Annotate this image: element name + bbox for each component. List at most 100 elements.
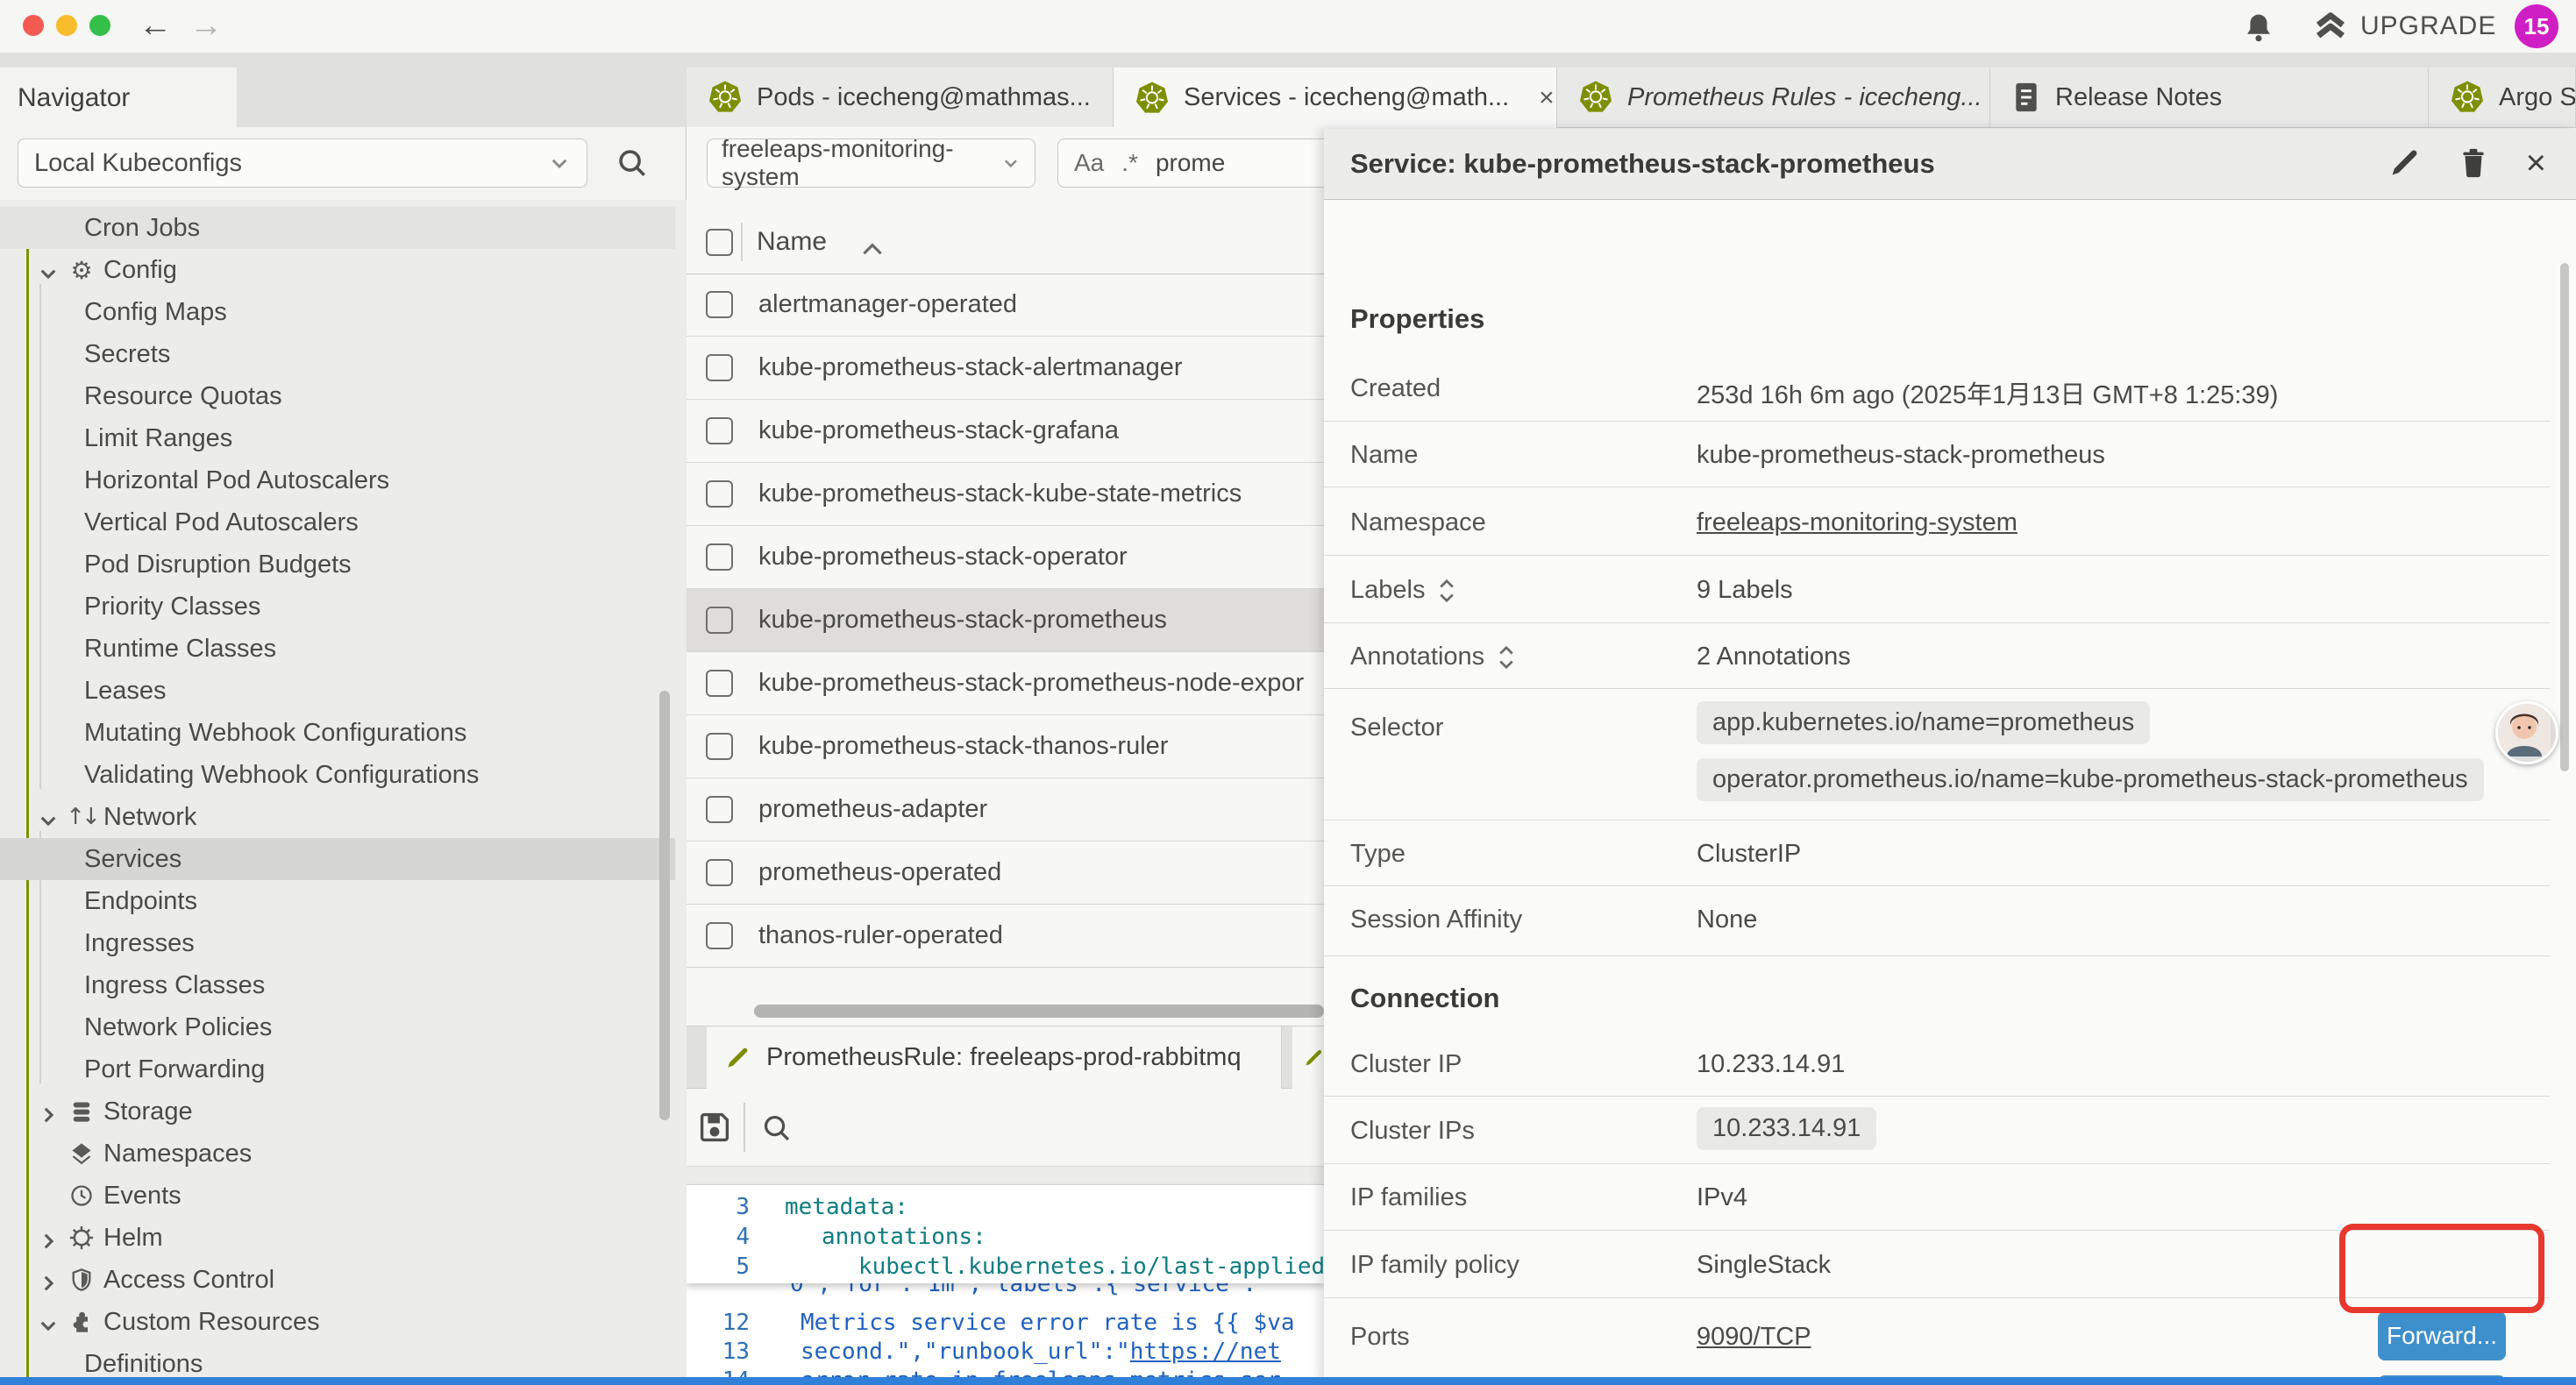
sidebar-item-events[interactable]: Events (0, 1175, 675, 1217)
sort-ascending-icon[interactable] (860, 233, 885, 263)
sidebar-item-limit-ranges[interactable]: Limit Ranges (0, 417, 675, 459)
sidebar-item-runtime-classes[interactable]: Runtime Classes (0, 628, 675, 670)
sidebar-item-cron-jobs[interactable]: Cron Jobs (0, 207, 675, 249)
row-checkbox[interactable] (706, 480, 733, 508)
table-row[interactable]: alertmanager-operated (687, 273, 1324, 337)
close-tab-icon[interactable]: × (1539, 83, 1555, 113)
tab-prometheus[interactable]: Prometheus Rules - icecheng... (1557, 67, 1990, 127)
table-row[interactable]: kube-prometheus-stack-prometheus (687, 589, 1324, 652)
horizontal-scrollbar[interactable] (754, 1005, 1324, 1018)
sidebar-item-priority-classes[interactable]: Priority Classes (0, 586, 675, 628)
sidebar-item-ingresses[interactable]: Ingresses (0, 922, 675, 964)
navigator-panel-tab[interactable]: Navigator (0, 67, 237, 128)
tab-pods[interactable]: Pods - icecheng@mathmas... (687, 67, 1114, 127)
sidebar-item-secrets[interactable]: Secrets (0, 333, 675, 375)
labels-value[interactable]: 9 Labels (1697, 576, 1793, 605)
sidebar-item-network[interactable]: ↑↓Network (0, 796, 675, 838)
sidebar-item-helm[interactable]: Helm (0, 1217, 675, 1259)
forward-button[interactable]: Forward... (2378, 1311, 2506, 1360)
sidebar-item-access-control[interactable]: Access Control (0, 1259, 675, 1301)
sidebar-item-vertical-pod-autoscalers[interactable]: Vertical Pod Autoscalers (0, 501, 675, 543)
chevron-down-icon[interactable] (37, 806, 60, 828)
match-case-toggle[interactable]: Aa (1074, 149, 1104, 177)
tab-release[interactable]: Release Notes (1990, 67, 2429, 127)
row-checkbox[interactable] (706, 796, 733, 823)
row-checkbox[interactable] (706, 859, 733, 886)
table-row[interactable]: kube-prometheus-stack-kube-state-metrics (687, 463, 1324, 526)
runbook-link[interactable]: https://net (1130, 1339, 1281, 1365)
port-link[interactable]: 9090/TCP (1697, 1323, 1811, 1352)
sidebar-scrollbar[interactable] (659, 691, 670, 1120)
sidebar-item-config-maps[interactable]: Config Maps (0, 291, 675, 333)
name-column-header[interactable]: Name (757, 227, 827, 257)
chevron-down-icon[interactable] (37, 259, 60, 281)
sidebar-item-network-policies[interactable]: Network Policies (0, 1006, 675, 1048)
delete-trash-icon[interactable] (2458, 146, 2489, 180)
sidebar-search-icon[interactable] (614, 145, 651, 181)
table-row[interactable]: prometheus-operated (687, 842, 1324, 905)
select-all-checkbox[interactable] (706, 229, 733, 256)
notification-badge[interactable]: 15 (2515, 4, 2558, 48)
panel-scrollbar[interactable] (2560, 263, 2569, 771)
sidebar-item-validating-webhook-configurations[interactable]: Validating Webhook Configurations (0, 754, 675, 796)
row-checkbox[interactable] (706, 922, 733, 949)
sidebar-item-pod-disruption-budgets[interactable]: Pod Disruption Budgets (0, 543, 675, 586)
sidebar-item-resource-quotas[interactable]: Resource Quotas (0, 375, 675, 417)
kubeconfig-selector[interactable]: Local Kubeconfigs (18, 138, 587, 188)
table-row[interactable]: kube-prometheus-stack-operator (687, 526, 1324, 589)
row-checkbox[interactable] (706, 670, 733, 697)
sidebar-item-leases[interactable]: Leases (0, 670, 675, 712)
row-checkbox[interactable] (706, 543, 733, 571)
yaml-editor[interactable]: 3metadata:4annotations:5kubectl.kubernet… (687, 1185, 1324, 1385)
edit-pencil-icon[interactable] (2387, 146, 2421, 180)
save-icon[interactable] (695, 1108, 734, 1147)
sidebar-item-port-forwarding[interactable]: Port Forwarding (0, 1048, 675, 1090)
upgrade-chevrons-icon (2311, 9, 2350, 44)
back-arrow-icon[interactable]: ← (139, 4, 172, 47)
row-checkbox[interactable] (706, 733, 733, 760)
chevron-right-icon[interactable] (37, 1268, 60, 1291)
table-row[interactable]: kube-prometheus-stack-thanos-ruler (687, 715, 1324, 778)
row-checkbox[interactable] (706, 417, 733, 444)
minimize-window-button[interactable] (56, 15, 77, 36)
editor-tab-prometheusrule[interactable]: PrometheusRule: freeleaps-prod-rabbitmq (707, 1026, 1282, 1089)
sidebar-item-endpoints[interactable]: Endpoints (0, 880, 675, 922)
tab-services[interactable]: Services - icecheng@math...× (1114, 67, 1557, 128)
chevron-right-icon[interactable] (37, 1100, 60, 1123)
bell-icon[interactable] (2241, 11, 2276, 46)
sidebar-item-namespaces[interactable]: Namespaces (0, 1133, 675, 1175)
sidebar-item-services[interactable]: Services (0, 838, 675, 880)
table-row[interactable]: thanos-ruler-operated (687, 905, 1324, 968)
namespace-link[interactable]: freeleaps-monitoring-system (1697, 508, 2017, 537)
upgrade-button[interactable]: UPGRADE (2311, 9, 2496, 44)
close-window-button[interactable] (23, 15, 44, 36)
table-row[interactable]: kube-prometheus-stack-grafana (687, 400, 1324, 463)
editor-search-icon[interactable] (758, 1110, 795, 1147)
sidebar-item-horizontal-pod-autoscalers[interactable]: Horizontal Pod Autoscalers (0, 459, 675, 501)
table-row[interactable]: kube-prometheus-stack-prometheus-node-ex… (687, 652, 1324, 715)
sidebar-item-ingress-classes[interactable]: Ingress Classes (0, 964, 675, 1006)
sort-updown-icon[interactable] (1497, 644, 1516, 671)
forward-arrow-icon[interactable]: → (189, 4, 223, 47)
table-row[interactable]: kube-prometheus-stack-alertmanager (687, 337, 1324, 400)
chevron-right-icon[interactable] (37, 1226, 60, 1249)
sidebar-item-mutating-webhook-configurations[interactable]: Mutating Webhook Configurations (0, 712, 675, 754)
row-checkbox[interactable] (706, 291, 733, 318)
sort-updown-icon[interactable] (1437, 578, 1456, 604)
services-search-input[interactable]: Aa .* prome (1057, 138, 1324, 188)
sidebar-item-storage[interactable]: Storage (0, 1090, 675, 1133)
sidebar-item-custom-resources[interactable]: Custom Resources (0, 1301, 675, 1343)
table-row[interactable]: prometheus-adapter (687, 778, 1324, 842)
maximize-window-button[interactable] (89, 15, 110, 36)
close-icon[interactable]: × (2526, 146, 2546, 180)
editor-tab-partial[interactable] (1292, 1026, 1324, 1089)
namespace-selector[interactable]: freeleaps-monitoring-system (707, 138, 1035, 188)
row-checkbox[interactable] (706, 607, 733, 634)
annotations-value[interactable]: 2 Annotations (1697, 643, 1851, 671)
user-avatar[interactable] (2495, 701, 2558, 764)
chevron-down-icon[interactable] (37, 1310, 60, 1333)
sidebar-item-config[interactable]: ⚙Config (0, 249, 675, 291)
regex-toggle[interactable]: .* (1121, 149, 1138, 177)
row-checkbox[interactable] (706, 354, 733, 381)
tab-argo[interactable]: Argo Se (2429, 67, 2576, 127)
